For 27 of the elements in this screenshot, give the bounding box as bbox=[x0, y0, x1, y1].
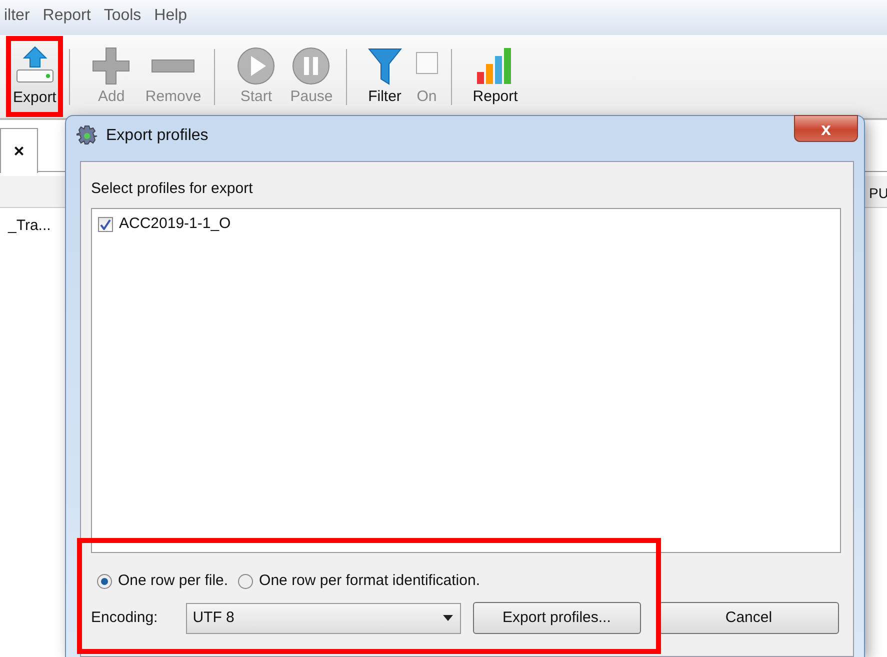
encoding-dropdown[interactable]: UTF 8 bbox=[186, 602, 461, 634]
menu-item[interactable]: Tools bbox=[104, 4, 142, 28]
toolbar-button[interactable]: Report bbox=[466, 37, 525, 116]
close-button[interactable]: x bbox=[794, 115, 858, 142]
play-icon bbox=[236, 46, 276, 86]
toolbar-button[interactable]: Export bbox=[6, 36, 64, 117]
radio-option[interactable]: One row per file. bbox=[97, 570, 228, 592]
profile-label: ACC2019-1-1_O bbox=[119, 214, 231, 234]
dialog-title: Export profiles bbox=[106, 126, 208, 146]
toolbar-button[interactable]: Filter bbox=[360, 37, 409, 116]
menu-item[interactable]: Report bbox=[42, 4, 91, 28]
radio-option[interactable]: One row per format identification. bbox=[238, 570, 480, 592]
prompt-label: Select profiles for export bbox=[91, 179, 253, 199]
caret-icon bbox=[442, 614, 454, 622]
funnel-icon bbox=[368, 46, 402, 86]
pause-icon bbox=[291, 46, 332, 86]
encoding-label: Encoding: bbox=[91, 608, 158, 628]
dialog-button[interactable]: Export profiles... bbox=[472, 602, 641, 634]
menu-item[interactable]: ilter bbox=[4, 4, 30, 28]
dialog-button[interactable]: Cancel bbox=[658, 602, 839, 634]
tab-close[interactable]: × bbox=[0, 128, 38, 173]
plus-icon bbox=[91, 46, 132, 86]
gear-icon bbox=[76, 125, 98, 147]
menu-item[interactable]: Help bbox=[154, 4, 188, 28]
table-cell-text: _Tra... bbox=[8, 216, 51, 236]
checkbox[interactable] bbox=[98, 216, 113, 232]
column-header: PU bbox=[869, 184, 887, 203]
